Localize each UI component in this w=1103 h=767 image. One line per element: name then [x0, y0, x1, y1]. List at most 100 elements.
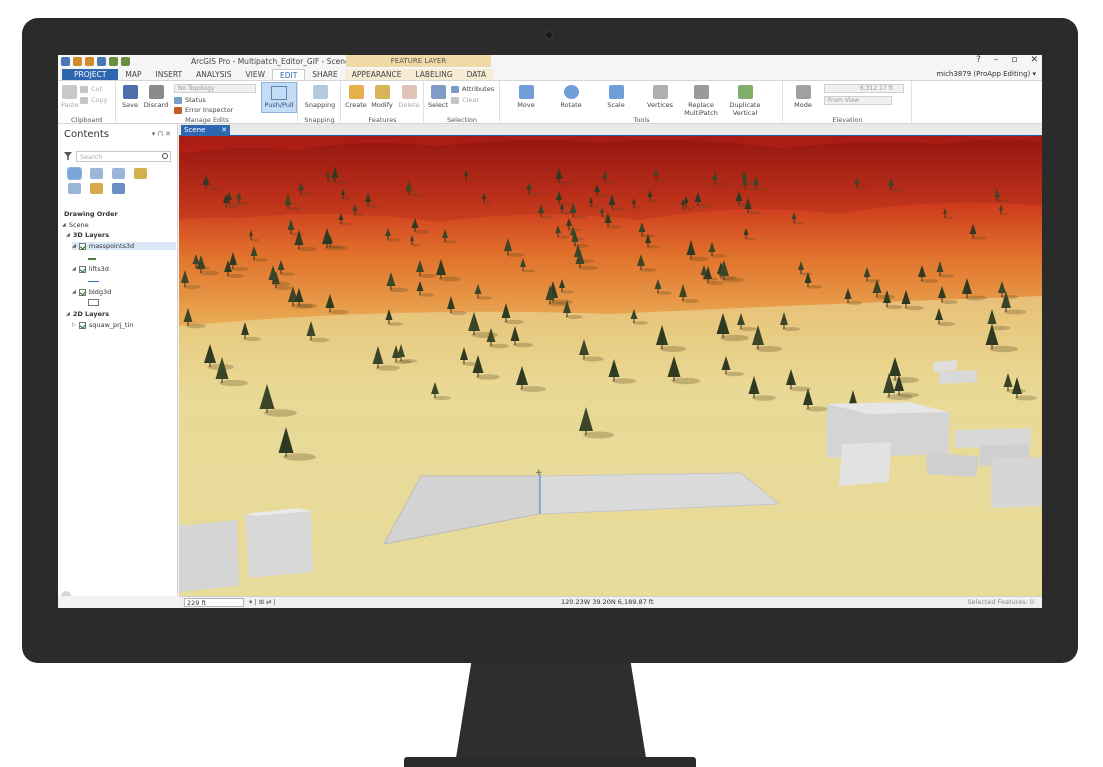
- tab-data[interactable]: DATA: [459, 69, 493, 80]
- tree-shadow: [387, 322, 403, 326]
- signed-in-user[interactable]: mich3879 (ProApp Editing) ▾: [936, 70, 1036, 78]
- restore-button[interactable]: ▫: [1011, 55, 1017, 65]
- list-by-data-source-icon[interactable]: [90, 168, 103, 179]
- tree-shadow: [556, 235, 570, 239]
- list-by-editing-icon[interactable]: [134, 168, 147, 179]
- tree-shadow: [875, 294, 895, 300]
- scene-node[interactable]: ◢ Scene: [62, 221, 89, 229]
- tab-analysis[interactable]: ANALYSIS: [189, 69, 238, 80]
- tree-shadow: [394, 360, 412, 364]
- expand-icon: ◢: [62, 222, 66, 228]
- create-button[interactable]: Create: [345, 85, 367, 109]
- new-project-icon[interactable]: [73, 57, 82, 66]
- layer-visibility-checkbox[interactable]: [78, 321, 86, 329]
- filter-icon[interactable]: [64, 152, 72, 160]
- open-project-icon[interactable]: [85, 57, 94, 66]
- tree-shadow: [561, 211, 570, 215]
- clear-button[interactable]: Clear: [451, 96, 479, 104]
- tree-shadow: [465, 178, 474, 182]
- list-by-selection-icon[interactable]: [112, 168, 125, 179]
- tree-shadow: [366, 204, 380, 208]
- pane-buttons[interactable]: ▾ ⊓ ✕: [152, 130, 171, 138]
- tree-shadow: [219, 379, 248, 387]
- paste-button[interactable]: Paste: [61, 85, 79, 109]
- contents-search-input[interactable]: Search: [76, 151, 171, 162]
- scene-canvas[interactable]: +: [179, 136, 1042, 596]
- tree-shadow: [646, 245, 660, 249]
- layer-visibility-checkbox[interactable]: [78, 242, 86, 250]
- status-toolbar[interactable]: ▾ | ⊞ ⇄ |: [249, 598, 276, 606]
- tab-map[interactable]: MAP: [118, 69, 148, 80]
- list-by-snapping-icon[interactable]: [68, 183, 81, 194]
- tab-insert[interactable]: INSERT: [149, 69, 190, 80]
- tree-shadow: [471, 332, 498, 338]
- modify-button[interactable]: Modify: [370, 85, 394, 109]
- rotate-tool-button[interactable]: Rotate: [556, 85, 586, 109]
- help-button[interactable]: ?: [976, 55, 981, 65]
- layer-squaw-prj-tin[interactable]: ▷ squaw_prj_tin: [72, 321, 133, 329]
- select-button[interactable]: Select: [427, 85, 449, 109]
- tree-shadow: [418, 274, 436, 278]
- cut-button[interactable]: Cut: [80, 85, 102, 93]
- replace-multipatch-button[interactable]: Replace MultiPatch: [681, 85, 721, 117]
- building[interactable]: [179, 520, 239, 592]
- save-edits-button[interactable]: Save: [120, 85, 140, 109]
- tab-share[interactable]: SHARE: [305, 69, 344, 80]
- close-view-icon[interactable]: ✕: [221, 125, 227, 136]
- save-project-icon[interactable]: [97, 57, 106, 66]
- vertices-tool-button[interactable]: Vertices: [644, 85, 676, 109]
- elevation-mode-button[interactable]: Mode: [790, 85, 816, 109]
- building[interactable]: [939, 370, 977, 384]
- close-button[interactable]: ✕: [1030, 55, 1038, 65]
- elevation-reference-dropdown[interactable]: From View: [824, 96, 892, 105]
- pane-scroll-indicator[interactable]: [61, 591, 71, 596]
- tree-shadow: [745, 237, 756, 241]
- tab-project[interactable]: PROJECT: [62, 69, 119, 80]
- layer-visibility-checkbox[interactable]: [78, 288, 86, 296]
- elevation-value-field[interactable]: 6,312.17 ft: [824, 84, 904, 93]
- minimize-button[interactable]: –: [994, 55, 999, 65]
- attributes-button[interactable]: Attributes: [451, 85, 494, 93]
- list-by-charts-icon[interactable]: [112, 183, 125, 194]
- snapping-button[interactable]: Snapping: [302, 85, 338, 109]
- building[interactable]: [933, 360, 957, 372]
- tab-view[interactable]: VIEW: [238, 69, 272, 80]
- error-inspector-button[interactable]: Error Inspector: [174, 106, 233, 114]
- discard-icon: [148, 85, 164, 99]
- move-tool-button[interactable]: Move: [511, 85, 541, 109]
- building[interactable]: [839, 442, 891, 486]
- topology-dropdown[interactable]: No Topology: [174, 84, 256, 93]
- arcgis-logo-icon[interactable]: [61, 57, 70, 66]
- status-button[interactable]: Status: [174, 96, 206, 104]
- building[interactable]: [245, 511, 313, 578]
- tree-shadow: [682, 207, 691, 211]
- tab-edit[interactable]: EDIT: [271, 69, 306, 80]
- tab-labeling[interactable]: LABELING: [408, 69, 460, 80]
- copy-button[interactable]: Copy: [80, 96, 108, 104]
- search-icon[interactable]: [162, 153, 168, 159]
- tab-appearance[interactable]: APPEARANCE: [344, 69, 409, 80]
- discard-edits-button[interactable]: Discard: [143, 85, 169, 109]
- push-pull-button[interactable]: Push/Pull: [261, 82, 297, 113]
- scale-tool-button[interactable]: Scale: [601, 85, 631, 109]
- tab-scene-view[interactable]: Scene ✕: [181, 125, 230, 136]
- layer-bldg3d[interactable]: ◢ bldg3d: [72, 288, 111, 296]
- scale-dropdown[interactable]: 229 ft: [184, 598, 244, 607]
- building[interactable]: [926, 453, 979, 477]
- layer-visibility-checkbox[interactable]: [78, 265, 86, 273]
- building[interactable]: [991, 457, 1042, 508]
- list-by-labeling-icon[interactable]: [90, 183, 103, 194]
- layer-masspoints3d[interactable]: ◢ masspoints3d: [72, 242, 176, 250]
- layer-lifts3d[interactable]: ◢ lifts3d: [72, 265, 109, 273]
- redo-icon[interactable]: [121, 57, 130, 66]
- undo-icon[interactable]: [109, 57, 118, 66]
- tree-shadow: [739, 327, 757, 331]
- scene-view[interactable]: +: [179, 136, 1042, 596]
- group-2d-layers[interactable]: ◢ 2D Layers: [66, 310, 109, 318]
- list-by-drawing-order-icon[interactable]: [67, 167, 82, 180]
- group-3d-layers[interactable]: ◢ 3D Layers: [66, 231, 109, 239]
- delete-button[interactable]: Delete: [397, 85, 421, 109]
- duplicate-vertical-button[interactable]: Duplicate Vertical: [725, 85, 765, 117]
- tree-shadow: [297, 303, 317, 309]
- tree-shadow: [327, 179, 336, 183]
